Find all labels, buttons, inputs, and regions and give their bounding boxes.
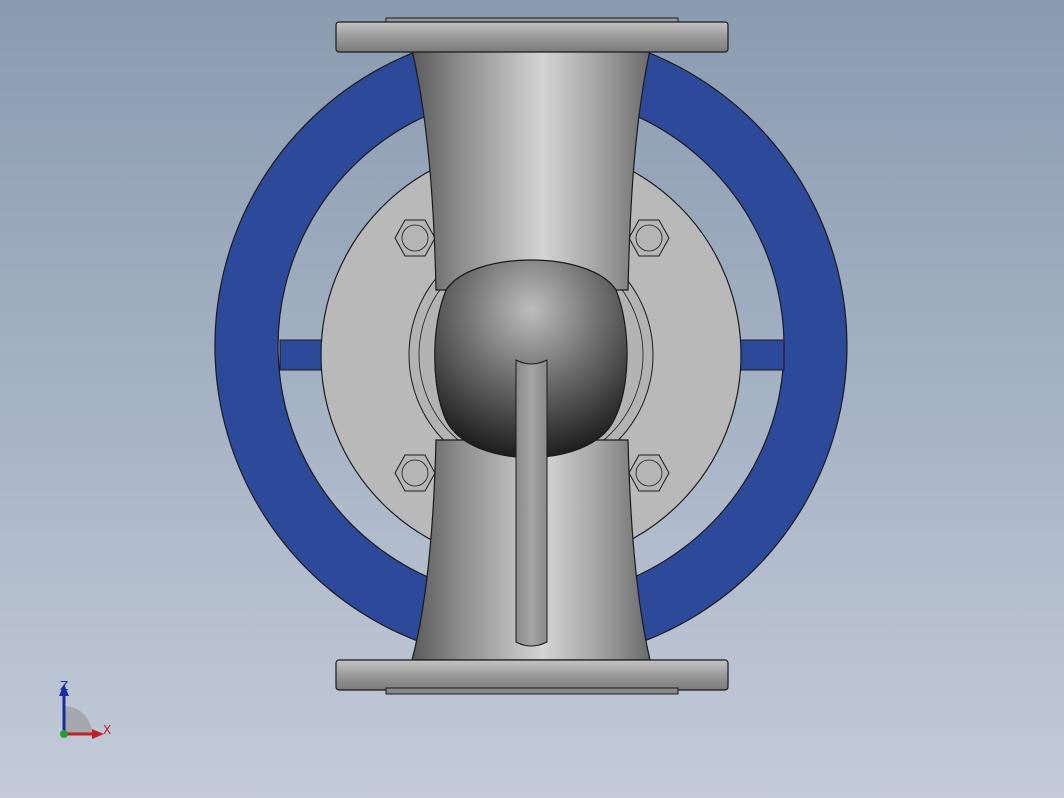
z-axis-label: Z [60,679,68,693]
handwheel-spoke-right [739,339,785,371]
handwheel-spoke-left [279,339,325,371]
top-flange[interactable] [335,17,729,53]
bottom-flange[interactable] [335,659,729,695]
valve-body-upper [411,49,651,291]
valve-body[interactable] [411,49,651,661]
graphics-viewport[interactable]: Z X [0,0,1064,798]
valve-model[interactable] [0,0,1064,798]
triad-plane-shading [64,706,92,734]
y-axis-icon [60,730,68,738]
orientation-triad: Z X [59,679,111,739]
x-axis-label: X [103,723,111,737]
valve-stem [515,359,548,647]
